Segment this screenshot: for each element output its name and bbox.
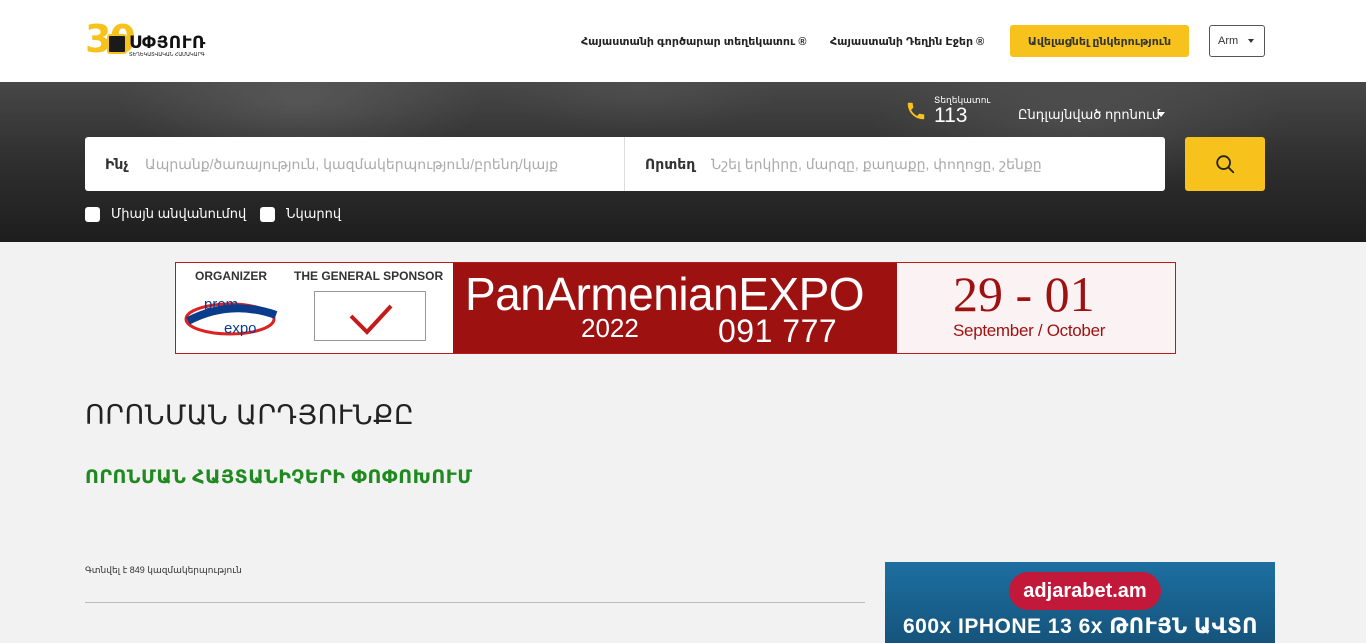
checkbox-label: Միայն անվանումով	[111, 206, 247, 221]
checkmark-icon	[349, 304, 393, 335]
side-banner-ad[interactable]: adjarabet.am 600x IPHONE 13 6x ԹՈՒՅՆ ԱՎՏ…	[885, 562, 1275, 643]
search-button[interactable]	[1185, 137, 1265, 191]
results-divider	[85, 602, 865, 603]
search-divider	[624, 137, 625, 191]
page-title: ՈՐՈՆՄԱՆ ԱՐԴՅՈՒՆՔԸ	[85, 400, 415, 430]
site-logo[interactable]: 30 ՍՓՅՈՒՌ ՏԵՂԵԿԱՏՎԱԿԱՆ ՀԱՄԱԿԱՐԳ	[85, 18, 205, 60]
sponsor-check-logo	[314, 291, 426, 341]
logo-book-icon	[107, 34, 127, 54]
site-header: 30 ՍՓՅՈՒՌ ՏԵՂԵԿԱՏՎԱԿԱՆ ՀԱՄԱԿԱՐԳ Հայաստան…	[0, 0, 1366, 82]
add-company-button[interactable]: Ավելացնել ընկերություն	[1010, 25, 1189, 57]
banner-main-panel: PanArmenianEXPO 2022 091 777 051	[453, 263, 897, 353]
expo-banner-ad[interactable]: ORGANIZER THE GENERAL SPONSOR prom expo …	[175, 262, 1176, 354]
logo-wordmark: ՍՓՅՈՒՌ	[129, 33, 206, 52]
results-count: Գտնվել է 849 կազմակերպություն	[85, 565, 242, 575]
chevron-down-icon	[1248, 39, 1254, 43]
promexpo-top-text: prom	[204, 296, 238, 313]
logo-tagline: ՏԵՂԵԿԱՏՎԱԿԱՆ ՀԱՄԱԿԱՐԳ	[129, 52, 205, 58]
search-icon	[1216, 155, 1235, 174]
advanced-search-toggle[interactable]: Ընդլայնված որոնում	[1018, 107, 1160, 123]
language-value: Arm	[1218, 35, 1239, 47]
banner-sponsor-panel: ORGANIZER THE GENERAL SPONSOR prom expo	[176, 263, 453, 353]
phone-icon	[907, 102, 925, 120]
search-bar: Ինչ Որտեղ	[85, 137, 1165, 191]
checkbox-with-image[interactable]: Նկարով	[260, 206, 341, 222]
ad-brand-pill: adjarabet.am	[1009, 572, 1161, 610]
change-search-params-link[interactable]: ՈՐՈՆՄԱՆ ՀԱՅՏԱՆԻՉԵՐԻ ՓՈՓՈԽՈՒՄ	[85, 466, 473, 489]
language-select[interactable]: Arm	[1209, 25, 1265, 57]
nav-yellow-pages[interactable]: Հայաստանի Դեղին Էջեր ®	[830, 35, 984, 48]
info-service-number[interactable]: 113	[934, 104, 967, 128]
promexpo-bottom-text: expo	[224, 320, 257, 337]
banner-dates: 29 - 01	[953, 266, 1095, 322]
banner-phone: 091 777 051	[718, 313, 838, 353]
search-where-label: Որտեղ	[645, 156, 696, 172]
banner-dates-panel: 29 - 01 September / October	[897, 263, 1175, 353]
checkbox-box[interactable]	[260, 206, 275, 222]
nav-business-directory[interactable]: Հայաստանի գործարար տեղեկատու ®	[581, 35, 806, 48]
ad-headline: 600x IPHONE 13 6x ԹՈՒՅՆ ԱՎՏՈ	[903, 615, 1259, 638]
chevron-down-icon[interactable]	[1157, 112, 1165, 117]
promexpo-logo: prom expo	[184, 296, 278, 337]
banner-organizer-label: ORGANIZER	[195, 269, 267, 283]
search-what-label: Ինչ	[105, 156, 129, 172]
banner-sponsor-label: THE GENERAL SPONSOR	[294, 269, 444, 283]
search-where-input[interactable]	[711, 149, 1151, 179]
checkbox-name-only[interactable]: Միայն անվանումով	[85, 206, 246, 222]
checkbox-label: Նկարով	[286, 206, 342, 221]
banner-months: September / October	[953, 321, 1106, 340]
search-what-input[interactable]	[145, 149, 615, 179]
banner-year: 2022	[581, 313, 639, 343]
checkbox-box[interactable]	[85, 206, 100, 222]
